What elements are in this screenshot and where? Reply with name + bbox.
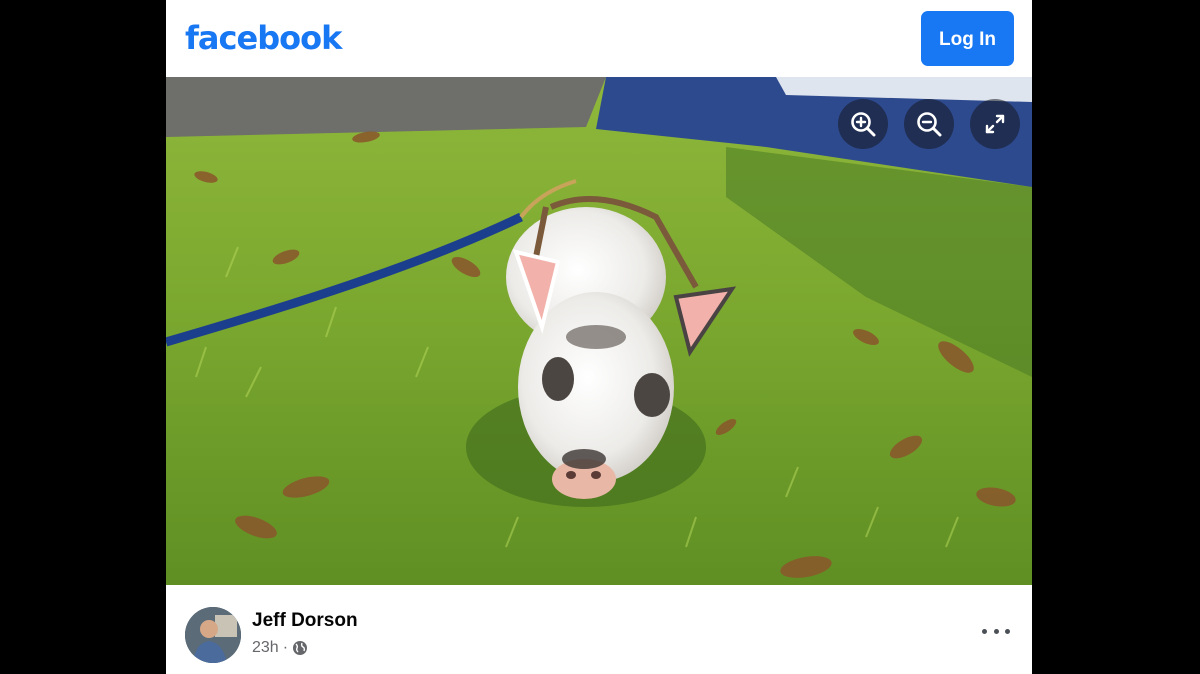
avatar[interactable] — [185, 607, 241, 663]
profile-photo — [185, 607, 241, 663]
facebook-logo[interactable]: facebook — [185, 16, 342, 60]
more-options-button[interactable] — [982, 621, 1010, 641]
top-bar: facebook Log In — [166, 0, 1032, 77]
photo-controls — [838, 99, 1020, 149]
pig-on-leash-image — [166, 77, 1032, 585]
log-in-button[interactable]: Log In — [921, 11, 1014, 66]
post-viewer: facebook Log In Jeff Dorson 23h · — [166, 0, 1032, 674]
zoom-in-icon — [851, 112, 876, 137]
globe-icon — [293, 641, 308, 655]
fullscreen-button[interactable] — [970, 99, 1020, 149]
zoom-out-button[interactable] — [904, 99, 954, 149]
post-meta: 23h · — [252, 639, 308, 657]
post-header: Jeff Dorson 23h · — [166, 585, 1032, 674]
meta-separator: · — [282, 639, 289, 656]
zoom-in-button[interactable] — [838, 99, 888, 149]
fullscreen-icon — [985, 114, 1005, 134]
zoom-out-icon — [917, 112, 942, 137]
more-options-icon — [982, 628, 987, 634]
post-photo[interactable] — [166, 77, 1032, 585]
post-time[interactable]: 23h — [252, 639, 279, 657]
author-name[interactable]: Jeff Dorson — [252, 610, 358, 632]
